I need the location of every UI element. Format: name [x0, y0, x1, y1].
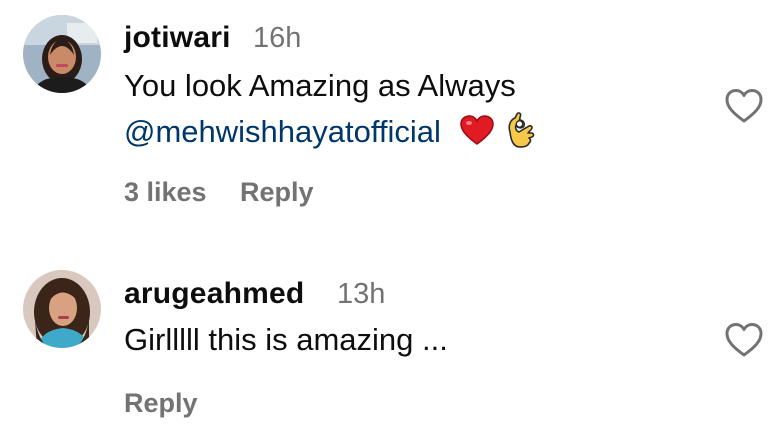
avatar[interactable]: [23, 15, 101, 93]
comment-timestamp: 13h: [337, 278, 386, 310]
reply-button[interactable]: Reply: [124, 388, 198, 419]
comment-mention[interactable]: @mehwishhayatofficial: [124, 114, 441, 149]
avatar[interactable]: [23, 270, 101, 348]
reply-button[interactable]: Reply: [240, 177, 314, 208]
comment-username[interactable]: jotiwari: [124, 21, 231, 55]
ok-hand-icon: [504, 112, 536, 156]
comment-likes-count[interactable]: 3 likes: [124, 177, 207, 208]
comment-text: Girlllll this is amazing ...: [124, 322, 448, 357]
comment-timestamp: 16h: [253, 22, 302, 54]
red-heart-icon: [459, 115, 494, 153]
comment-username[interactable]: arugeahmed: [124, 277, 304, 311]
comment-text-line2: @mehwishhayatofficial: [124, 112, 536, 156]
heart-outline-icon[interactable]: [724, 322, 764, 358]
comment-text: You look Amazing as Always: [124, 68, 516, 103]
heart-outline-icon[interactable]: [724, 88, 764, 124]
